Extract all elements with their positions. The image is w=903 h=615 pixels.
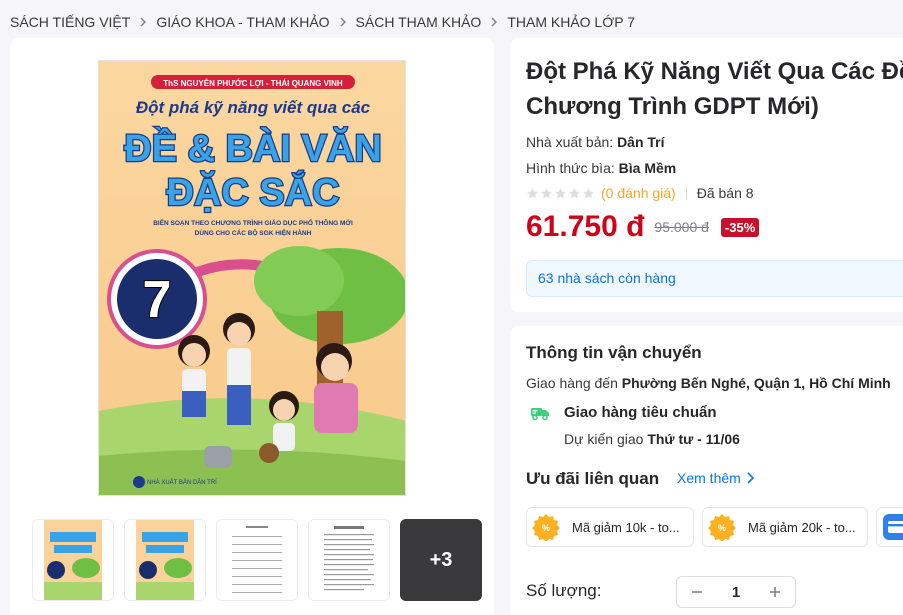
- star-icon: [569, 187, 580, 198]
- breadcrumb: Sách tiếng Việt Giáo Khoa - Tham Khảo Sá…: [10, 12, 635, 32]
- delivery-address-row: Giao hàng đến Phường Bến Nghé, Quận 1, H…: [526, 375, 891, 391]
- sold-value: 8: [745, 185, 754, 201]
- cover-publisher-text: NHÀ XUẤT BẢN DÂN TRÍ: [147, 479, 217, 486]
- thumbnail-cover-image: [136, 520, 194, 600]
- breadcrumb-item-sach-tieng-viet[interactable]: Sách tiếng Việt: [10, 14, 130, 30]
- svg-text:%: %: [542, 523, 550, 533]
- star-icon: [583, 187, 594, 198]
- thumbnail-page-image: [320, 520, 378, 600]
- eta-label: Dự kiến giao: [564, 431, 644, 447]
- star-icon: [527, 187, 538, 198]
- coupon-label: Mã giảm 10k - to...: [572, 519, 680, 535]
- star-icon: [541, 187, 552, 198]
- discount-badge: -35%: [720, 217, 760, 237]
- sold-count: Đã bán 8: [697, 185, 754, 201]
- publisher-label: Nhà xuất bản:: [526, 134, 614, 150]
- more-images-button[interactable]: +3: [400, 519, 482, 601]
- thumbnail-4[interactable]: [308, 519, 390, 601]
- coupon-percent-icon: %: [532, 514, 560, 541]
- product-cover-image[interactable]: ThS NGUYỄN PHƯỚC LỢI - THÁI QUANG VINH Đ…: [98, 60, 406, 496]
- publisher-row: Nhà xuất bản: Dân Trí: [526, 134, 665, 150]
- chevron-right-icon: [747, 472, 754, 484]
- cover-type-value: Bìa Mềm: [618, 160, 677, 176]
- review-count-link[interactable]: (0 đánh giá): [601, 185, 676, 201]
- divider: [685, 186, 687, 200]
- minus-icon: [692, 591, 702, 593]
- eta-value: Thứ tư - 11/06: [647, 431, 740, 447]
- cover-type-row: Hình thức bìa: Bìa Mềm: [526, 160, 676, 176]
- breadcrumb-item-giao-khoa[interactable]: Giáo Khoa - Tham Khảo: [156, 14, 329, 30]
- credit-card-icon: [883, 514, 903, 540]
- plus-icon: [770, 587, 780, 597]
- product-info-card: Đột Phá Kỹ Năng Viết Qua Các Đề V Chương…: [510, 38, 903, 312]
- delivery-estimate: Dự kiến giao Thứ tư - 11/06: [564, 431, 740, 447]
- rating-row: (0 đánh giá) Đã bán 8: [526, 185, 754, 201]
- chevron-right-icon: [139, 17, 147, 27]
- cover-title-line3: ĐẶC SẮC: [166, 170, 339, 214]
- coupon-label: Mã giảm 20k - to...: [748, 519, 856, 535]
- thumbnail-1[interactable]: [32, 519, 114, 601]
- thumbnail-cover-image: [44, 520, 102, 600]
- current-price: 61.750 đ: [526, 210, 645, 243]
- store-availability-banner[interactable]: 63 nhà sách còn hàng: [526, 260, 903, 297]
- rating-stars: [526, 187, 595, 200]
- breadcrumb-item-sach-tham-khao[interactable]: Sách Tham Khảo: [356, 14, 482, 30]
- see-more-offers-link[interactable]: Xem thêm: [677, 470, 754, 486]
- thumbnail-3[interactable]: [216, 519, 298, 601]
- thumbnail-page-image: [228, 520, 286, 600]
- related-offers-title: Ưu đãi liên quan: [526, 469, 660, 488]
- sold-label: Đã bán: [696, 185, 742, 201]
- coupon-list: % Mã giảm 10k - to... % Mã giảm 20k - to…: [526, 507, 903, 547]
- publisher-value[interactable]: Dân Trí: [617, 134, 664, 150]
- quantity-label: Số lượng:: [526, 581, 602, 600]
- original-price: 95.000 đ: [654, 219, 709, 235]
- chevron-right-icon: [490, 17, 498, 27]
- chevron-right-icon: [339, 17, 347, 27]
- coupon-item[interactable]: [876, 507, 903, 547]
- quantity-input[interactable]: 1: [732, 584, 740, 601]
- coupon-percent-icon: %: [708, 514, 736, 541]
- deliver-to-label: Giao hàng đến: [526, 375, 618, 391]
- thumbnail-2[interactable]: [124, 519, 206, 601]
- product-title: Đột Phá Kỹ Năng Viết Qua Các Đề V Chương…: [526, 54, 903, 124]
- product-title-line1: Đột Phá Kỹ Năng Viết Qua Các Đề V: [526, 58, 903, 85]
- cover-author-text: ThS NGUYỄN PHƯỚC LỢI - THÁI QUANG VINH: [163, 79, 343, 88]
- see-more-label: Xem thêm: [677, 470, 741, 486]
- cover-subtitle-line2: DÙNG CHO CÁC BỘ SGK HIỆN HÀNH: [195, 228, 312, 237]
- product-title-line2: Chương Trình GDPT Mới): [526, 93, 819, 120]
- cover-title-line1: Đột phá kỹ năng viết qua các: [136, 98, 371, 117]
- svg-text:%: %: [718, 523, 726, 533]
- quantity-stepper: 1: [676, 576, 796, 608]
- cover-subtitle-line1: BIÊN SOẠN THEO CHƯƠNG TRÌNH GIÁO DỤC PHỔ…: [153, 218, 353, 227]
- price-row: 61.750 đ 95.000 đ -35%: [526, 210, 760, 244]
- cover-grade-number: 7: [143, 271, 172, 329]
- thumbnail-list: +3: [32, 519, 482, 601]
- star-icon: [555, 187, 566, 198]
- book-cover-illustration: ThS NGUYỄN PHƯỚC LỢI - THÁI QUANG VINH Đ…: [99, 61, 405, 495]
- shipping-card: Thông tin vận chuyển Giao hàng đến Phườn…: [510, 326, 903, 615]
- decrease-quantity-button[interactable]: [689, 584, 705, 600]
- cover-type-label: Hình thức bìa:: [526, 160, 615, 176]
- delivery-address[interactable]: Phường Bến Nghé, Quận 1, Hồ Chí Minh: [622, 375, 891, 391]
- truck-icon: [531, 408, 549, 421]
- shipping-title: Thông tin vận chuyển: [526, 343, 702, 362]
- increase-quantity-button[interactable]: [767, 584, 783, 600]
- coupon-item[interactable]: % Mã giảm 20k - to...: [702, 507, 868, 547]
- breadcrumb-item-tham-khao-lop-7[interactable]: Tham Khảo Lớp 7: [507, 14, 635, 30]
- cover-title-line2: ĐỀ & BÀI VĂN: [124, 126, 382, 170]
- product-gallery: ThS NGUYỄN PHƯỚC LỢI - THÁI QUANG VINH Đ…: [10, 38, 494, 615]
- shipping-method: Giao hàng tiêu chuẩn: [564, 404, 717, 421]
- coupon-item[interactable]: % Mã giảm 10k - to...: [526, 507, 694, 547]
